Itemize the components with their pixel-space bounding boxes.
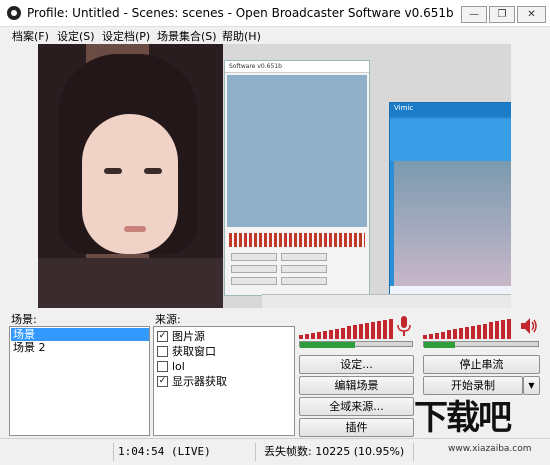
dropped-frames: 丢失帧数: 10225 (10.95%) <box>264 443 414 461</box>
source-item[interactable]: ✓ 显示器获取 <box>157 374 227 388</box>
meter-bar <box>299 335 303 339</box>
webcam-image <box>38 44 223 308</box>
meter-bar <box>335 329 339 339</box>
maximize-button[interactable]: ❐ <box>489 6 515 23</box>
meter-bar <box>353 325 357 339</box>
source-label: 图片源 <box>172 330 205 343</box>
menu-bar: 档案(F) 设定(S) 设定档(P) 场景集合(S) 帮助(H) <box>0 27 550 44</box>
meter-bar <box>465 327 469 339</box>
stop-streaming-button[interactable]: 停止串流 <box>423 355 540 374</box>
meter-bar <box>383 320 387 339</box>
source-checkbox[interactable] <box>157 345 168 357</box>
edit-scene-button[interactable]: 编辑场景 <box>299 376 414 395</box>
speaker-icon[interactable] <box>520 317 538 335</box>
watermark-url: www.xiazaiba.com <box>448 444 532 454</box>
meter-bar <box>389 319 393 339</box>
start-recording-button[interactable]: 开始录制 <box>423 376 523 395</box>
sources-list[interactable]: ✓ 图片源 获取窗口 lol ✓ 显示器获取 <box>153 326 295 436</box>
meter-bar <box>441 332 445 339</box>
obs-logo-icon <box>7 6 21 20</box>
source-checkbox[interactable] <box>157 360 168 372</box>
meter-bar <box>453 329 457 339</box>
meter-bar <box>435 333 439 339</box>
scenes-list[interactable]: 场景 场景 2 <box>9 326 150 436</box>
meter-bar <box>365 323 369 339</box>
minimize-button[interactable]: — <box>461 6 487 23</box>
close-button[interactable]: ✕ <box>517 6 546 23</box>
meter-bar <box>423 335 427 339</box>
meter-bar <box>371 322 375 339</box>
meter-bar <box>323 331 327 339</box>
video-chat-feed <box>394 161 511 286</box>
stream-preview[interactable]: Software v0.651b Vimic <box>38 44 511 308</box>
mic-level-bar <box>300 342 355 348</box>
source-item[interactable]: lol <box>157 359 185 373</box>
meter-bar <box>507 319 511 339</box>
source-item[interactable]: ✓ 图片源 <box>157 329 205 343</box>
desktop-level-track <box>423 341 539 348</box>
menu-profiles[interactable]: 设定档(P) <box>102 28 150 44</box>
meter-bar <box>477 325 481 339</box>
source-label: lol <box>172 359 185 373</box>
title-bar: Profile: Untitled - Scenes: scenes - Ope… <box>0 0 550 27</box>
source-label: 获取窗口 <box>172 345 216 358</box>
meter-bar <box>501 320 505 339</box>
menu-scene-collection[interactable]: 场景集合(S) <box>157 28 217 44</box>
source-checkbox[interactable]: ✓ <box>157 375 168 387</box>
meter-bar <box>495 321 499 339</box>
nested-window-title: Software v0.651b <box>225 61 369 73</box>
meter-bar <box>347 326 351 339</box>
meter-bar <box>459 328 463 339</box>
nested-audio-meter <box>229 233 365 247</box>
video-chat-title: Vimic <box>394 104 414 112</box>
stream-time: 1:04:54 (LIVE) <box>118 443 256 461</box>
meter-bar <box>489 322 493 339</box>
meter-bar <box>329 330 333 339</box>
meter-bar <box>471 326 475 339</box>
meter-bar <box>447 330 451 339</box>
meter-bar <box>377 321 381 339</box>
nested-obs-window: Software v0.651b <box>224 60 370 296</box>
meter-bar <box>429 334 433 339</box>
meter-bar <box>311 333 315 339</box>
scene-item[interactable]: 场景 <box>11 328 149 341</box>
video-chat-window: Vimic <box>389 102 511 308</box>
meter-bar <box>305 334 309 339</box>
meter-bar <box>341 328 345 339</box>
status-cell-empty <box>4 443 114 461</box>
menu-help[interactable]: 帮助(H) <box>222 28 261 44</box>
microphone-icon[interactable] <box>397 316 411 336</box>
sources-label: 来源: <box>155 313 181 326</box>
global-sources-button[interactable]: 全域来源... <box>299 397 414 416</box>
menu-settings[interactable]: 设定(S) <box>57 28 95 44</box>
source-label: 显示器获取 <box>172 375 227 388</box>
settings-button[interactable]: 设定... <box>299 355 414 374</box>
desktop-volume-meter <box>423 319 516 339</box>
source-item[interactable]: 获取窗口 <box>157 344 216 358</box>
watermark-logo: 下载吧 <box>414 398 512 438</box>
video-chat-controls <box>390 119 511 161</box>
source-checkbox[interactable]: ✓ <box>157 330 168 342</box>
nested-preview <box>227 75 367 227</box>
window-title: Profile: Untitled - Scenes: scenes - Ope… <box>27 6 454 20</box>
mic-volume-meter <box>299 319 397 339</box>
video-chat-titlebar: Vimic <box>390 103 511 117</box>
meter-bar <box>359 324 363 339</box>
meter-bar <box>317 332 321 339</box>
mic-level-track <box>299 341 413 348</box>
recording-dropdown-button[interactable]: ▼ <box>523 376 540 395</box>
scene-item[interactable]: 场景 2 <box>11 341 149 354</box>
plugins-button[interactable]: 插件 <box>299 418 414 437</box>
meter-bar <box>483 324 487 339</box>
scenes-label: 场景: <box>11 313 37 326</box>
desktop-level-bar <box>424 342 455 348</box>
desktop-taskbar <box>262 294 511 308</box>
menu-file[interactable]: 档案(F) <box>12 28 49 44</box>
